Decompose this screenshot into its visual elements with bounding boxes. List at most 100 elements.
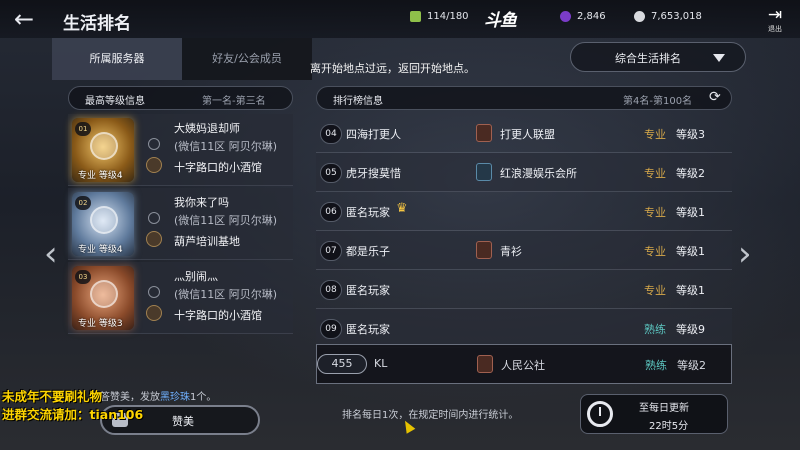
server-icon	[148, 286, 160, 298]
refresh-icon[interactable]: ⟳	[709, 89, 721, 105]
guild-emblem-icon	[476, 124, 492, 142]
guild-emblem-icon	[146, 305, 162, 321]
player-name: 都是乐子	[346, 245, 390, 258]
exit-button[interactable]: ⇥ 退出	[762, 6, 788, 36]
emblem-icon	[90, 206, 118, 234]
player-guild: 葫芦培训基地	[174, 235, 240, 248]
sort-dropdown[interactable]: 综合生活排名	[570, 42, 746, 72]
level-label: 等级1	[676, 284, 705, 297]
leaderboard-row[interactable]: 05 虎牙搜莫惜 红浪漫娱乐会所 专业 等级2	[316, 153, 732, 192]
sort-dropdown-value: 综合生活排名	[615, 52, 681, 65]
stream-overlay-line1: 未成年不要刷礼物	[2, 389, 103, 404]
page-title: 生活排名	[63, 14, 131, 34]
tier-label: 专业	[644, 167, 666, 180]
ticker-suffix: 1个。	[190, 392, 217, 403]
top-three-range: 第一名-第三名	[202, 96, 266, 107]
leaderboard-row[interactable]: 08 匿名玩家 专业 等级1	[316, 270, 732, 309]
stream-overlay-line2: 进群交流请加：tian106	[2, 407, 144, 422]
rank-number: 07	[320, 241, 342, 261]
guild-name: 打更人联盟	[500, 128, 555, 141]
guild-name: 青衫	[500, 245, 522, 258]
player-name: 匿名玩家	[346, 206, 390, 219]
my-level-label: 等级2	[677, 359, 706, 372]
level-label: 等级2	[676, 167, 705, 180]
player-guild: 十字路口的小酒馆	[174, 161, 262, 174]
silver-counter: 7,653,018	[634, 11, 702, 22]
silver-coin-icon	[634, 11, 645, 22]
energy-icon	[410, 11, 421, 22]
badge-caption: 专业 等级4	[78, 171, 123, 181]
rank-number: 04	[320, 124, 342, 144]
clock-icon	[587, 401, 613, 427]
rank-number: 06	[320, 202, 342, 222]
rank-number: 03	[75, 270, 91, 284]
leaderboard-row[interactable]: 04 四海打更人 打更人联盟 专业 等级3	[316, 114, 732, 153]
system-notice: 离开始地点过远，返回开始地点。	[310, 62, 475, 75]
prev-page-arrow-icon[interactable]: ‹	[44, 234, 58, 274]
tab-server[interactable]: 所属服务器	[52, 38, 182, 80]
bronze-rank-badge: 03 专业 等级3	[72, 266, 134, 330]
chevron-down-icon	[713, 54, 725, 62]
top-entry-2[interactable]: 02 专业 等级4 我你来了吗 (微信11区 阿贝尔琳) 葫芦培训基地	[68, 188, 293, 260]
player-server: (微信11区 阿贝尔琳)	[174, 214, 278, 227]
rank-number: 02	[75, 196, 91, 210]
guild-emblem-icon	[146, 231, 162, 247]
exit-label: 退出	[768, 25, 782, 33]
emblem-icon	[90, 132, 118, 160]
my-player-name: KL	[374, 357, 388, 370]
ranking-footnote: 排名每日1次，在规定时间内进行统计。	[342, 410, 519, 421]
silver-rank-badge: 02 专业 等级4	[72, 192, 134, 256]
emblem-icon	[90, 280, 118, 308]
gem-value: 2,846	[577, 11, 606, 22]
my-guild-name: 人民公社	[501, 359, 545, 372]
server-icon	[148, 212, 160, 224]
guild-emblem-icon	[477, 355, 493, 373]
tier-label: 专业	[644, 206, 666, 219]
guild-name: 红浪漫娱乐会所	[500, 167, 577, 180]
tier-label: 专业	[644, 128, 666, 141]
level-label: 等级1	[676, 245, 705, 258]
guild-emblem-icon	[476, 241, 492, 259]
rank-number: 05	[320, 163, 342, 183]
player-server: (微信11区 阿贝尔琳)	[174, 140, 278, 153]
leaderboard-header: 排行榜信息 第4名-第100名 ⟳	[316, 86, 732, 110]
leaderboard-row[interactable]: 06 匿名玩家 ♛ 专业 等级1	[316, 192, 732, 231]
guild-emblem-icon	[146, 157, 162, 173]
player-name: 灬别闹灬	[174, 270, 218, 283]
reward-ticker: 答赞美，发放黑珍珠1个。	[100, 388, 216, 403]
timer-value: 22时5分	[649, 421, 689, 432]
ticker-highlight: 黑珍珠	[160, 392, 190, 403]
douyu-logo: 斗鱼	[484, 11, 517, 31]
player-name: 匿名玩家	[346, 284, 390, 297]
rank-number: 08	[320, 280, 342, 300]
silver-value: 7,653,018	[651, 11, 702, 22]
player-name: 我你来了吗	[174, 196, 229, 209]
player-name: 四海打更人	[346, 128, 401, 141]
next-page-arrow-icon[interactable]: ›	[738, 234, 752, 274]
timer-label: 至每日更新	[639, 403, 689, 414]
praise-button-label: 赞美	[172, 415, 194, 428]
player-server: (微信11区 阿贝尔琳)	[174, 288, 278, 301]
leaderboard-row[interactable]: 07 都是乐子 青衫 专业 等级1	[316, 231, 732, 270]
top-entry-3[interactable]: 03 专业 等级3 灬别闹灬 (微信11区 阿贝尔琳) 十字路口的小酒馆	[68, 262, 293, 334]
badge-caption: 专业 等级4	[78, 245, 123, 255]
tab-friends-guild[interactable]: 好友/公会成员	[182, 38, 312, 80]
tier-label: 熟练	[644, 323, 666, 336]
rank-number: 01	[75, 122, 91, 136]
top-three-title: 最高等级信息	[85, 96, 145, 107]
level-label: 等级9	[676, 323, 705, 336]
top-three-header: 最高等级信息 第一名-第三名	[68, 86, 293, 110]
gold-rank-badge: 01 专业 等级4	[72, 118, 134, 182]
gem-icon	[560, 11, 571, 22]
back-arrow-icon[interactable]: ←	[14, 6, 42, 32]
my-ranking-row[interactable]: 455 KL 人民公社 熟练 等级2	[316, 344, 732, 384]
level-label: 等级3	[676, 128, 705, 141]
top-entry-1[interactable]: 01 专业 等级4 大姨妈退却师 (微信11区 阿贝尔琳) 十字路口的小酒馆	[68, 114, 293, 186]
player-name: 大姨妈退却师	[174, 122, 240, 135]
update-timer: 至每日更新 22时5分	[580, 394, 728, 434]
crown-icon: ♛	[396, 201, 408, 216]
badge-caption: 专业 等级3	[78, 319, 123, 329]
tier-label: 专业	[644, 245, 666, 258]
leaderboard-row[interactable]: 09 匿名玩家 熟练 等级9	[316, 309, 732, 348]
top-bar: ← 生活排名 114/180 斗鱼 2,846 7,653,018 ⇥ 退出	[0, 0, 800, 38]
